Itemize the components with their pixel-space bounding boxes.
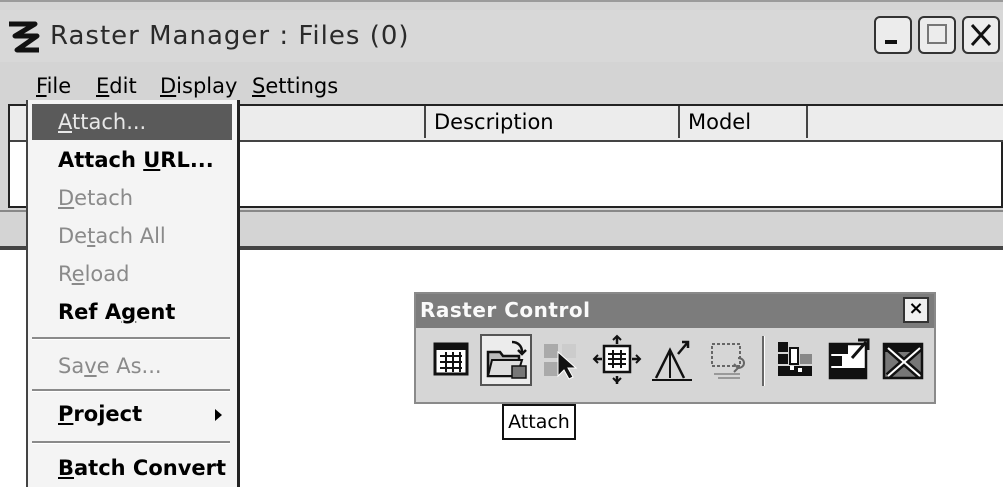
raster-export-icon (828, 338, 870, 380)
menu-item-detach-all: Detach All (58, 224, 166, 248)
move-raster-button[interactable] (592, 334, 644, 386)
menu-item-detach: Detach (58, 186, 134, 210)
raster-delete-button[interactable] (878, 334, 930, 386)
menu-item-project[interactable]: Project (32, 396, 232, 432)
attach-button[interactable] (480, 334, 532, 386)
warp-raster-icon (652, 340, 692, 381)
raster-layer-button[interactable] (770, 334, 822, 386)
attach-raster-icon (486, 340, 527, 379)
move-raster-icon (592, 334, 642, 384)
column-empty[interactable] (806, 106, 1003, 138)
select-raster-icon (544, 344, 578, 380)
maximize-icon (927, 24, 947, 44)
toolbox-close-button[interactable]: × (903, 297, 929, 323)
minimize-button[interactable] (874, 16, 912, 54)
menu-item-attach[interactable]: Attach... (32, 104, 232, 140)
raster-layer-icon (778, 342, 812, 376)
window-title: Raster Manager : Files (0) (50, 21, 410, 51)
raster-delete-icon (882, 342, 924, 380)
menu-display[interactable]: Display (160, 74, 237, 98)
menu-item-save-as: Save As... (58, 354, 162, 378)
submenu-arrow-icon (215, 409, 222, 421)
menu-file[interactable]: File (36, 74, 71, 98)
minimize-icon (885, 40, 897, 44)
menu-separator (32, 389, 230, 392)
raster-export-button[interactable] (824, 334, 876, 386)
menu-item-attach-url[interactable]: Attach URL... (32, 142, 232, 178)
clip-raster-button[interactable] (704, 334, 756, 386)
select-raster-button[interactable] (536, 334, 588, 386)
menu-edit[interactable]: Edit (96, 74, 137, 98)
raster-manager-icon (433, 342, 469, 376)
menu-separator (32, 337, 230, 340)
menu-item-reload: Reload (58, 262, 130, 286)
toolbar-separator (762, 336, 765, 386)
column-model[interactable]: Model (678, 106, 808, 138)
menu-settings[interactable]: Settings (252, 74, 338, 98)
menu-item-batch-convert[interactable]: Batch Convert (32, 450, 232, 486)
warp-raster-button[interactable] (648, 334, 700, 386)
menu-separator (32, 441, 230, 444)
maximize-button[interactable] (918, 16, 956, 54)
clip-raster-icon (711, 343, 745, 379)
toolbox-title: Raster Control (420, 298, 591, 322)
toolbox-buttons (426, 334, 926, 392)
menu-item-ref-agent[interactable]: Ref Agent (32, 294, 232, 330)
attach-tooltip: Attach (502, 404, 576, 440)
close-button[interactable] (962, 16, 1000, 54)
raster-manager-button[interactable] (426, 334, 478, 386)
column-description[interactable]: Description (424, 106, 680, 138)
close-icon (970, 23, 992, 47)
app-icon (5, 18, 43, 56)
